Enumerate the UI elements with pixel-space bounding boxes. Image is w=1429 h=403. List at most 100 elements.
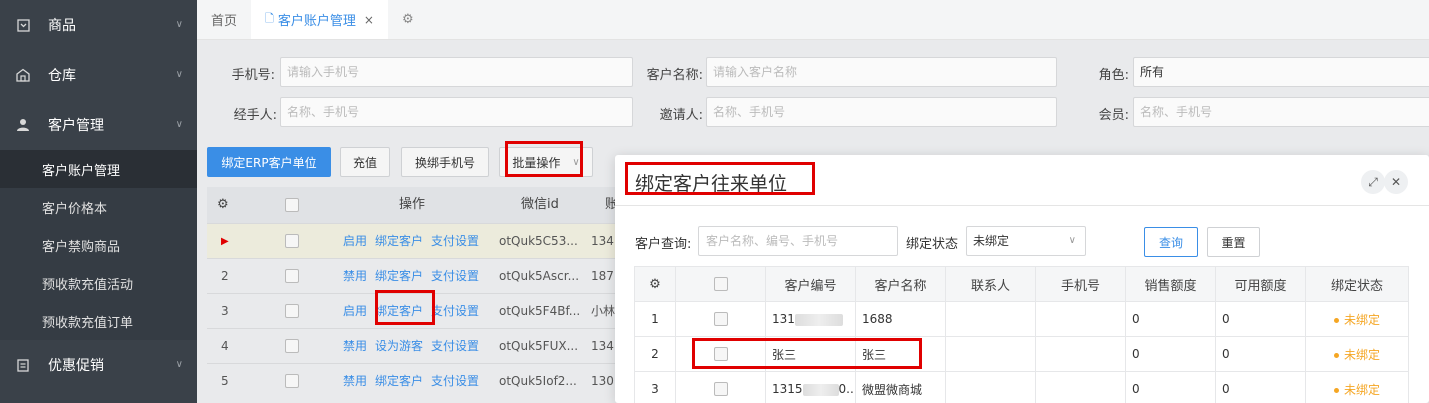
row-checkbox[interactable] [713,382,728,397]
bind-status-select[interactable]: 未绑定 ∨ [966,226,1086,256]
bind-customer-dialog: 绑定客户往来单位 ⤢ ✕ 客户查询: 客户名称、编号、手机号 绑定状态 未绑定 … [615,155,1429,403]
role-select[interactable]: 所有 [1133,57,1429,87]
disable-link[interactable]: 禁用 [343,269,367,283]
sales-limit: 0 [1125,371,1216,403]
pay-settings-link[interactable]: 支付设置 [431,374,479,388]
row-checkbox[interactable] [713,347,728,362]
pay-settings-link[interactable]: 支付设置 [431,339,479,353]
query-input[interactable]: 客户名称、编号、手机号 [698,226,898,256]
pay-settings-link[interactable]: 支付设置 [431,304,479,318]
status-badge: 未绑定 [1305,336,1409,372]
disable-link[interactable]: 禁用 [343,374,367,388]
col-header-ops: 操作 [399,197,426,212]
account-cell: 134 [591,234,614,248]
row-checkbox[interactable] [285,234,299,248]
pay-settings-link[interactable]: 支付设置 [431,234,479,248]
member-input[interactable]: 名称、手机号 [1133,97,1429,127]
close-icon[interactable]: × [364,13,374,27]
sidebar-item-banned-goods[interactable]: 客户禁购商品 [0,226,197,264]
table-row[interactable]: 5 禁用 绑定客户 支付设置 otQuk5Iof2... 130 [207,363,627,398]
tab-customer-account[interactable]: 🗋 客户账户管理 × [251,0,388,39]
tab-home[interactable]: 首页 [197,0,251,39]
set-guest-link[interactable]: 设为游客 [375,339,423,353]
sidebar-menu-goods[interactable]: 商品 ∨ [0,0,197,50]
inviter-input[interactable]: 名称、手机号 [706,97,1057,127]
handler-label: 经手人: [233,108,277,123]
row-checkbox-cell[interactable] [675,336,766,372]
inviter-label: 邀请人: [659,108,703,123]
contact [945,301,1036,337]
row-checkbox[interactable] [285,304,299,318]
table-row[interactable]: 3 1315 0... 微盟微商城 0 0 未绑定 [634,371,1409,403]
table-row[interactable]: 3 启用 绑定客户 支付设置 otQuk5F4Bf... 小林 [207,293,627,328]
user-icon [16,118,30,132]
customer-name: 1688 [855,301,946,337]
row-checkbox-cell[interactable] [675,371,766,403]
table-row[interactable]: 1 131 1688 0 0 未绑定 [634,301,1409,337]
phone-input[interactable]: 请输入手机号 [280,57,633,87]
sidebar-menu-customer[interactable]: 客户管理 ∨ [0,100,197,150]
sidebar-item-price-book[interactable]: 客户价格本 [0,188,197,226]
sidebar-menu-promo[interactable]: 优惠促销 ∨ [0,340,197,390]
customer-code: 1315 0... [765,371,856,403]
sidebar-menu-warehouse[interactable]: 仓库 ∨ [0,50,197,100]
col-header: 客户编号 [765,266,856,302]
row-checkbox[interactable] [285,269,299,283]
select-all-checkbox-cell[interactable] [675,266,766,302]
redacted-mark [794,313,843,326]
search-button[interactable]: 查询 [1144,227,1198,257]
table-header-row: ⚙ 客户编号 客户名称 联系人 手机号 销售额度 可用额度 绑定状态 [634,266,1409,302]
recharge-button[interactable]: 充值 [340,147,390,177]
row-index: 2 [221,269,229,283]
maximize-icon[interactable]: ⤢ [1361,170,1385,194]
customer-name: 微盟微商城 [855,371,946,403]
account-cell: 187 [591,269,614,283]
disable-link[interactable]: 禁用 [343,339,367,353]
select-all-checkbox[interactable] [713,277,728,291]
bind-erp-button[interactable]: 绑定ERP客户单位 [207,147,331,177]
sidebar-item-customer-account[interactable]: 客户账户管理 [0,150,197,188]
select-all-checkbox[interactable] [285,198,299,212]
table-row[interactable]: ▶ 启用 绑定客户 支付设置 otQuk5C53... 134 [207,223,627,258]
close-icon[interactable]: ✕ [1384,170,1408,194]
sidebar-item-prepay-activity[interactable]: 预收款充值活动 [0,264,197,302]
phone-label: 手机号: [231,68,275,83]
table-row[interactable]: 2 张三 张三 0 0 未绑定 [634,336,1409,372]
row-indicator: ▶ [221,236,229,247]
handler-input[interactable]: 名称、手机号 [280,97,633,127]
table-row[interactable]: 4 禁用 设为游客 支付设置 otQuk5FUX... 134 [207,328,627,363]
gear-icon[interactable]: ⚙ [634,266,676,302]
account-cell: 130 [591,374,614,388]
col-header: 客户名称 [855,266,946,302]
role-label: 角色: [1098,68,1129,83]
sidebar-submenu: 客户账户管理 客户价格本 客户禁购商品 预收款充值活动 预收款充值订单 [0,150,197,340]
bind-customer-link[interactable]: 绑定客户 [375,304,423,318]
row-checkbox[interactable] [713,312,728,327]
bind-customer-link[interactable]: 绑定客户 [375,269,423,283]
row-checkbox[interactable] [285,374,299,388]
tab-settings[interactable]: ⚙ [388,0,428,39]
row-checkbox[interactable] [285,339,299,353]
bind-customer-link[interactable]: 绑定客户 [375,234,423,248]
sidebar: 商品 ∨ 仓库 ∨ 客户管理 ∨ 客户账户管理 客户价格本 客户禁购商品 预收款… [0,0,197,403]
enable-link[interactable]: 启用 [343,304,367,318]
sidebar-menu-label: 客户管理 [48,118,104,134]
batch-ops-label: 批量操作 [512,155,561,170]
table-row[interactable]: 2 禁用 绑定客户 支付设置 otQuk5Ascr... 187 [207,258,627,293]
chevron-down-icon: ∨ [175,359,183,370]
bind-customer-link[interactable]: 绑定客户 [375,374,423,388]
row-index: 1 [634,301,676,337]
gear-icon[interactable]: ⚙ [217,187,239,223]
customer-grid: ⚙ 操作 微信id 账 ▶ 启用 绑定客户 支付设置 otQuk5C53... 13… [207,187,627,403]
change-phone-button[interactable]: 换绑手机号 [401,147,489,177]
customer-name-input[interactable]: 请输入客户名称 [706,57,1057,87]
reset-button[interactable]: 重置 [1207,227,1260,257]
pay-settings-link[interactable]: 支付设置 [431,269,479,283]
enable-link[interactable]: 启用 [343,234,367,248]
row-checkbox-cell[interactable] [675,301,766,337]
dialog-title: 绑定客户往来单位 [635,173,788,195]
dialog-divider [615,205,1429,206]
goods-icon [16,18,30,32]
sidebar-item-prepay-order[interactable]: 预收款充值订单 [0,302,197,340]
batch-ops-button[interactable]: 批量操作 ∨ [499,147,593,177]
